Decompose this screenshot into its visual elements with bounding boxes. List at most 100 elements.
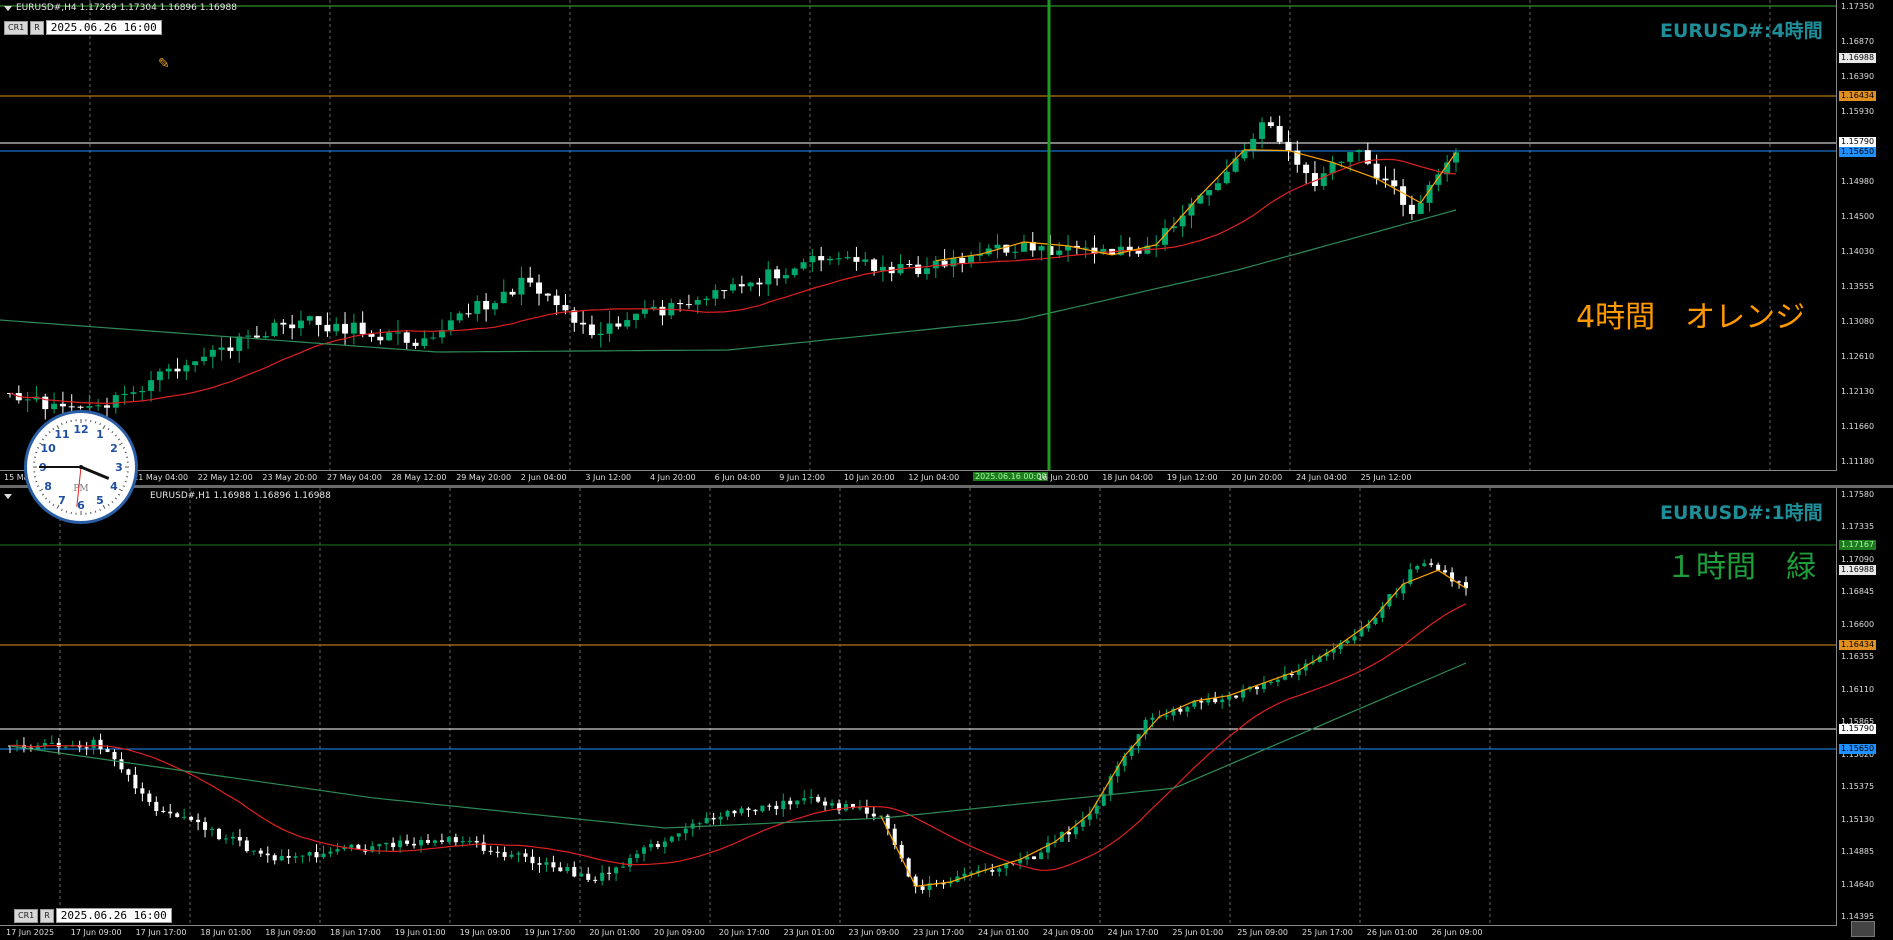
candle-body [774,269,781,279]
chart-pane-h1[interactable]: EURUSD#,H1 1.16988 1.16896 1.16988 CR1 R… [0,488,1893,940]
h1-price-axis[interactable]: 1.17580 1.17335 1.17090 1.16845 1.16600 1.163… [1836,488,1893,926]
candle-body [1056,250,1063,255]
candle-body [676,833,681,837]
candle-body [530,856,535,864]
clock-tick [124,451,127,454]
clock-number: 2 [110,442,118,455]
time-tick-label: 17 Jun 17:00 [135,928,187,937]
candle-body [315,316,322,325]
date-display[interactable]: 2025.06.26 16:00 [45,20,162,35]
clock-number: 6 [77,499,85,512]
candle-body [862,259,869,262]
candle-body [1259,122,1266,139]
candle-body [1164,715,1169,717]
r-button[interactable]: R [30,20,44,35]
time-tick-label: 17 Jun 09:00 [70,928,122,937]
moving-average-slow [0,209,1457,353]
candle-body [1220,699,1225,703]
candle-body [562,305,569,311]
zigzag-line [880,569,1467,888]
candle-body [112,751,117,760]
candle-body [244,840,249,852]
candle-body [430,337,437,339]
time-tick-label: 25 Jun 09:00 [1237,928,1289,937]
candle-body [683,828,688,834]
candle-body [809,796,814,799]
time-tick-label: 25 Jun 01:00 [1172,928,1224,937]
h4-price-axis[interactable]: 1.173501.168701.163901.159301.154501.149… [1836,0,1893,471]
candle-body [628,858,633,867]
candle-body [1213,698,1218,703]
candle-body [1268,681,1273,683]
candle-body [1250,138,1257,150]
time-tick-label: 19 Jun 01:00 [394,928,446,937]
clock-tick [118,442,123,446]
price-tick-label: 1.14640 [1841,879,1875,889]
date-display[interactable]: 2025.06.26 16:00 [55,908,172,923]
candle-body [196,819,201,823]
candle-body [962,873,967,877]
candle-body [349,844,354,848]
candle-body [236,336,243,351]
h1-time-axis[interactable]: 17 Jun 2025 17 Jun 09:00 17 Jun 17:00 18 Ju… [0,925,1837,940]
cr1-button[interactable]: CR1 [4,20,29,35]
h4-time-axis[interactable]: 15 May 12:0020 May 20:0021 May 04:0022 M… [0,470,1837,485]
h4-chart-canvas[interactable] [0,0,1893,485]
time-tick-label: 2 Jun 04:00 [520,473,567,482]
clock-ampm: PM [73,484,88,494]
candle-body [189,816,194,820]
clock-tick [65,421,68,424]
candle-body [165,368,172,372]
cr1-button[interactable]: CR1 [14,908,39,923]
candle-body [1206,189,1213,196]
candle-body [203,822,208,830]
candle-body [126,769,131,775]
analog-clock-widget[interactable]: 121234567891011PM [24,410,138,524]
candle-body [551,862,556,868]
candle-body [271,322,278,337]
clock-tick [44,434,48,437]
chart-pane-h4[interactable]: EURUSD#,H4 1.17269 1.17304 1.16896 1.169… [0,0,1893,485]
candle-body [175,813,180,817]
time-tick-label: 26 Jun 09:00 [1431,928,1483,937]
candle-body [218,347,225,350]
collapse-triangle-icon[interactable] [4,6,12,11]
clock-tick [118,488,123,492]
candle-body [253,335,260,338]
time-tick-label: 24 Jun 09:00 [1042,928,1094,937]
candle-body [600,872,605,881]
candle-body [447,320,454,331]
clock-number: 1 [96,428,104,441]
h1-chart-canvas[interactable] [0,488,1893,940]
candle-body [1329,162,1336,174]
time-tick-label: 23 May 20:00 [262,473,318,482]
candle-body [258,850,263,854]
candle-body [1347,152,1354,162]
candle-body [694,299,701,305]
clock-tick [48,430,51,434]
clock-face: 121234567891011PM [33,419,129,515]
candle-body [725,810,730,817]
candle-body [809,256,816,263]
candle-body [359,322,366,335]
candle-body [148,380,155,391]
candle-body [1429,563,1434,565]
time-tick-label: 27 May 04:00 [327,473,382,482]
tool-pencil-icon[interactable]: ✎ [158,56,170,72]
collapse-triangle-icon[interactable] [4,494,12,499]
clock-tick [107,427,110,431]
candle-body [1422,563,1427,566]
candle-body [606,323,613,334]
current-price-badge: 1.16988 [1839,565,1877,575]
candle-body [386,332,393,341]
candle-body [297,320,304,329]
r-button[interactable]: R [40,908,54,923]
corner-grip-icon[interactable] [1851,921,1875,937]
candle-body [1185,706,1190,712]
candle-body [223,838,228,840]
candle-body [843,804,848,811]
clock-tick [99,422,101,426]
candle-body [579,873,584,877]
candle-body [456,313,463,321]
candle-body [1289,673,1294,675]
